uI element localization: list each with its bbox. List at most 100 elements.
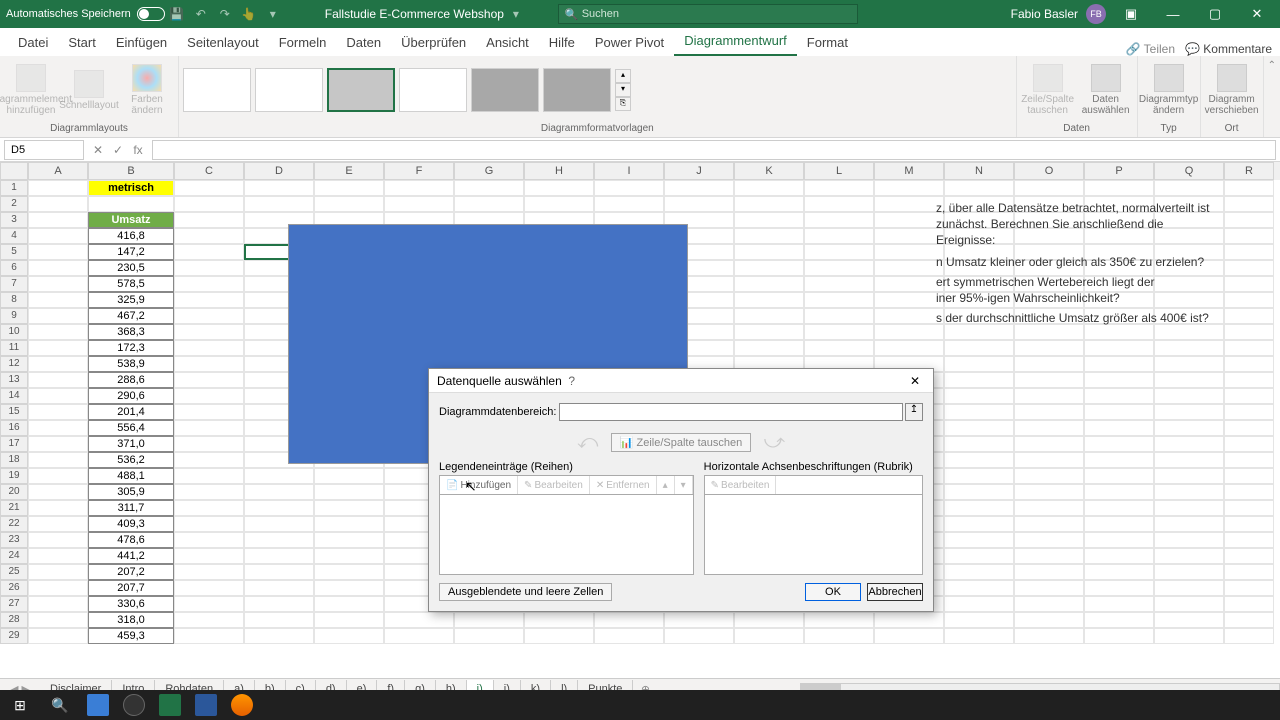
cell[interactable] <box>944 404 1014 420</box>
cell[interactable] <box>874 180 944 196</box>
cell[interactable] <box>944 388 1014 404</box>
cell[interactable] <box>664 196 734 212</box>
cell[interactable]: 441,2 <box>88 548 174 564</box>
cell[interactable] <box>1014 356 1084 372</box>
cell[interactable] <box>174 228 244 244</box>
col-header[interactable]: D <box>244 162 314 180</box>
row-header[interactable]: 4 <box>0 228 28 244</box>
col-header[interactable]: P <box>1084 162 1154 180</box>
name-box[interactable] <box>4 140 84 160</box>
range-picker-icon[interactable]: ↥ <box>905 403 923 421</box>
accept-formula-icon[interactable]: ✓ <box>108 143 128 157</box>
cell[interactable] <box>804 292 874 308</box>
cell[interactable] <box>244 196 314 212</box>
cell[interactable]: 172,3 <box>88 340 174 356</box>
ok-button[interactable]: OK <box>805 583 861 601</box>
col-header[interactable]: I <box>594 162 664 180</box>
cell[interactable] <box>28 388 88 404</box>
cell[interactable] <box>1014 596 1084 612</box>
row-header[interactable]: 17 <box>0 436 28 452</box>
cell[interactable] <box>244 468 314 484</box>
col-header[interactable]: B <box>88 162 174 180</box>
cell[interactable] <box>174 452 244 468</box>
cell[interactable] <box>1224 580 1274 596</box>
cell[interactable] <box>1224 404 1274 420</box>
cell[interactable] <box>524 628 594 644</box>
tab-hilfe[interactable]: Hilfe <box>539 29 585 56</box>
cell[interactable] <box>1154 420 1224 436</box>
cell[interactable]: 556,4 <box>88 420 174 436</box>
taskbar-excel[interactable] <box>152 690 188 720</box>
comments-button[interactable]: 💬 Kommentare <box>1185 42 1272 56</box>
cell[interactable] <box>734 212 804 228</box>
tab-ueberpruefen[interactable]: Überprüfen <box>391 29 476 56</box>
row-header[interactable]: 20 <box>0 484 28 500</box>
search-button[interactable]: 🔍 <box>40 690 80 720</box>
cell[interactable] <box>174 356 244 372</box>
col-header[interactable]: M <box>874 162 944 180</box>
cell[interactable] <box>28 324 88 340</box>
cell[interactable] <box>734 308 804 324</box>
cell[interactable] <box>944 180 1014 196</box>
cell[interactable] <box>174 324 244 340</box>
cell[interactable] <box>1224 196 1274 212</box>
cell[interactable] <box>1014 516 1084 532</box>
cell[interactable] <box>174 628 244 644</box>
cell[interactable] <box>874 324 944 340</box>
col-header[interactable]: H <box>524 162 594 180</box>
search-box[interactable]: 🔍 Suchen <box>558 4 858 24</box>
cell[interactable] <box>734 260 804 276</box>
cell[interactable] <box>314 180 384 196</box>
col-header[interactable]: K <box>734 162 804 180</box>
ribbon-display-icon[interactable]: ▣ <box>1114 0 1148 28</box>
cell[interactable] <box>314 532 384 548</box>
cell[interactable] <box>174 308 244 324</box>
taskbar-word[interactable] <box>188 690 224 720</box>
cell[interactable] <box>1084 564 1154 580</box>
cell[interactable] <box>1014 452 1084 468</box>
cell[interactable] <box>1084 612 1154 628</box>
cell[interactable] <box>804 628 874 644</box>
tab-formeln[interactable]: Formeln <box>269 29 337 56</box>
cell[interactable] <box>1084 628 1154 644</box>
cell[interactable] <box>1014 564 1084 580</box>
row-header[interactable]: 14 <box>0 388 28 404</box>
cell[interactable] <box>804 212 874 228</box>
cell[interactable] <box>1224 228 1274 244</box>
cell[interactable] <box>1014 532 1084 548</box>
filename-dropdown-icon[interactable]: ▾ <box>507 5 525 23</box>
cell[interactable] <box>28 436 88 452</box>
cell[interactable] <box>1014 612 1084 628</box>
cell[interactable] <box>28 276 88 292</box>
maximize-icon[interactable]: ▢ <box>1198 0 1232 28</box>
cell[interactable] <box>28 292 88 308</box>
col-header[interactable]: A <box>28 162 88 180</box>
cell[interactable] <box>1224 356 1274 372</box>
cell[interactable] <box>244 500 314 516</box>
cell[interactable] <box>1084 516 1154 532</box>
cell[interactable] <box>1224 484 1274 500</box>
cell[interactable] <box>1014 468 1084 484</box>
cell[interactable]: 201,4 <box>88 404 174 420</box>
cell[interactable] <box>1014 548 1084 564</box>
cell[interactable] <box>28 308 88 324</box>
cell[interactable] <box>174 388 244 404</box>
chart-style-5[interactable] <box>471 68 539 112</box>
cell[interactable] <box>804 196 874 212</box>
cell[interactable] <box>1224 532 1274 548</box>
dialog-help-icon[interactable]: ? <box>562 374 582 388</box>
save-icon[interactable]: 💾 <box>168 5 186 23</box>
cell[interactable] <box>1154 516 1224 532</box>
select-all-corner[interactable] <box>0 162 28 180</box>
cell[interactable] <box>734 292 804 308</box>
cell[interactable]: 368,3 <box>88 324 174 340</box>
cell[interactable]: 488,1 <box>88 468 174 484</box>
cell[interactable] <box>314 196 384 212</box>
cell[interactable] <box>174 484 244 500</box>
cell[interactable] <box>28 212 88 228</box>
collapse-ribbon-icon[interactable]: ⌃ <box>1264 56 1280 137</box>
row-header[interactable]: 5 <box>0 244 28 260</box>
tab-diagrammentwurf[interactable]: Diagrammentwurf <box>674 27 797 56</box>
col-header[interactable]: J <box>664 162 734 180</box>
cell[interactable] <box>1224 212 1274 228</box>
